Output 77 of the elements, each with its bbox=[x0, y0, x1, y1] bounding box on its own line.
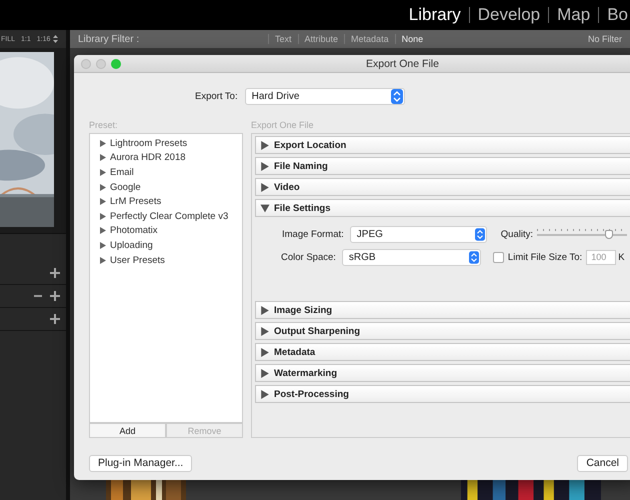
preset-folder[interactable]: Uploading bbox=[90, 238, 242, 253]
disclosure-triangle-icon[interactable] bbox=[261, 326, 269, 336]
disclosure-triangle-icon[interactable] bbox=[100, 140, 106, 147]
preset-label: Preset: bbox=[89, 119, 119, 131]
quality-slider[interactable] bbox=[537, 228, 627, 240]
cancel-button[interactable]: Cancel bbox=[577, 454, 628, 472]
plugin-manager-button[interactable]: Plug-in Manager... bbox=[89, 454, 192, 472]
quality-label: Quality: bbox=[500, 229, 533, 240]
preset-folder[interactable]: LrM Presets bbox=[90, 194, 242, 209]
disclosure-triangle-icon[interactable] bbox=[100, 256, 106, 264]
export-to-dropdown[interactable]: Hard Drive bbox=[244, 88, 405, 104]
breadcrumb: Export One File bbox=[251, 119, 315, 131]
limit-file-size-checkbox[interactable] bbox=[492, 252, 504, 263]
section-header[interactable]: Output Sharpening bbox=[255, 322, 630, 340]
stepper-icon[interactable] bbox=[474, 228, 485, 241]
unit-label: K bbox=[618, 252, 625, 263]
disclosure-triangle-icon[interactable] bbox=[100, 168, 106, 176]
disclosure-triangle-icon[interactable] bbox=[100, 154, 106, 162]
preset-folder-label: User Presets bbox=[110, 254, 165, 266]
disclosure-triangle-icon[interactable] bbox=[260, 204, 270, 212]
preset-button[interactable]: Add bbox=[89, 423, 166, 438]
disclosure-triangle-icon[interactable] bbox=[100, 184, 106, 191]
section-header[interactable]: Export Location bbox=[255, 136, 630, 154]
preset-folder-label: Aurora HDR 2018 bbox=[110, 152, 186, 164]
section-header[interactable]: File Naming bbox=[255, 157, 630, 175]
preset-folder-label: Perfectly Clear Complete v3 bbox=[110, 210, 228, 222]
export-to-label: Export To: bbox=[195, 90, 238, 102]
module-tab[interactable]: Library bbox=[408, 5, 461, 25]
disclosure-triangle-icon[interactable] bbox=[261, 368, 269, 378]
color-space-dropdown[interactable]: sRGB bbox=[342, 249, 481, 266]
section-header[interactable]: Video bbox=[255, 178, 630, 196]
color-space-label: Color Space: bbox=[281, 252, 336, 263]
section-header[interactable]: Watermarking bbox=[255, 364, 630, 382]
image-format-label: Image Format: bbox=[282, 229, 344, 240]
disclosure-triangle-icon[interactable] bbox=[100, 198, 106, 206]
preset-folder[interactable]: Photomatix bbox=[90, 224, 242, 238]
preset-folder-label: Uploading bbox=[110, 240, 153, 251]
disclosure-triangle-icon[interactable] bbox=[261, 390, 269, 398]
section-header[interactable]: Image Sizing bbox=[255, 301, 630, 319]
slider-thumb[interactable] bbox=[605, 230, 613, 238]
stepper-icon[interactable] bbox=[468, 251, 479, 264]
disclosure-triangle-icon[interactable] bbox=[261, 162, 269, 170]
section-header[interactable]: Metadata bbox=[255, 343, 630, 361]
up-down-icon bbox=[53, 35, 58, 43]
preset-folder-label: Lightroom Presets bbox=[110, 138, 188, 149]
disclosure-triangle-icon[interactable] bbox=[100, 242, 106, 249]
module-tab[interactable]: Bo bbox=[607, 5, 628, 25]
plus-icon[interactable] bbox=[50, 291, 60, 301]
preset-folder-label: Photomatix bbox=[110, 225, 158, 236]
preset-folder[interactable]: Perfectly Clear Complete v3 bbox=[90, 208, 242, 224]
preset-folder[interactable]: User Presets bbox=[90, 252, 242, 268]
disclosure-triangle-icon[interactable] bbox=[261, 182, 269, 192]
preset-folder[interactable]: Google bbox=[90, 180, 242, 194]
plus-icon[interactable] bbox=[50, 268, 60, 278]
disclosure-triangle-icon[interactable] bbox=[100, 227, 106, 234]
plus-icon[interactable] bbox=[50, 314, 60, 324]
disclosure-triangle-icon[interactable] bbox=[261, 306, 269, 314]
window-title: Export One File bbox=[366, 58, 439, 70]
image-format-dropdown[interactable]: JPEG bbox=[350, 226, 487, 243]
disclosure-triangle-icon[interactable] bbox=[261, 348, 269, 356]
filter-tab[interactable]: None bbox=[394, 34, 430, 44]
preset-folder[interactable]: Lightroom Presets bbox=[90, 136, 242, 151]
library-filter-label: Library Filter : bbox=[78, 34, 140, 44]
section-header[interactable]: Post-Processing bbox=[255, 385, 630, 403]
preset-folder[interactable]: Aurora HDR 2018 bbox=[90, 150, 242, 166]
disclosure-triangle-icon[interactable] bbox=[261, 140, 269, 150]
filter-preset-menu[interactable]: No Filter bbox=[588, 34, 622, 44]
preset-folder-label: Email bbox=[110, 166, 134, 178]
preset-folder[interactable]: Email bbox=[90, 165, 242, 180]
module-tab[interactable]: Develop bbox=[478, 5, 540, 25]
section-header[interactable]: File Settings bbox=[255, 199, 630, 217]
module-tab[interactable]: Map bbox=[557, 5, 590, 25]
disclosure-triangle-icon[interactable] bbox=[100, 212, 106, 220]
preset-folder-label: LrM Presets bbox=[110, 196, 162, 208]
stepper-icon[interactable] bbox=[390, 88, 403, 104]
limit-file-size-label: Limit File Size To: bbox=[508, 252, 582, 263]
preset-folder-label: Google bbox=[110, 182, 141, 193]
